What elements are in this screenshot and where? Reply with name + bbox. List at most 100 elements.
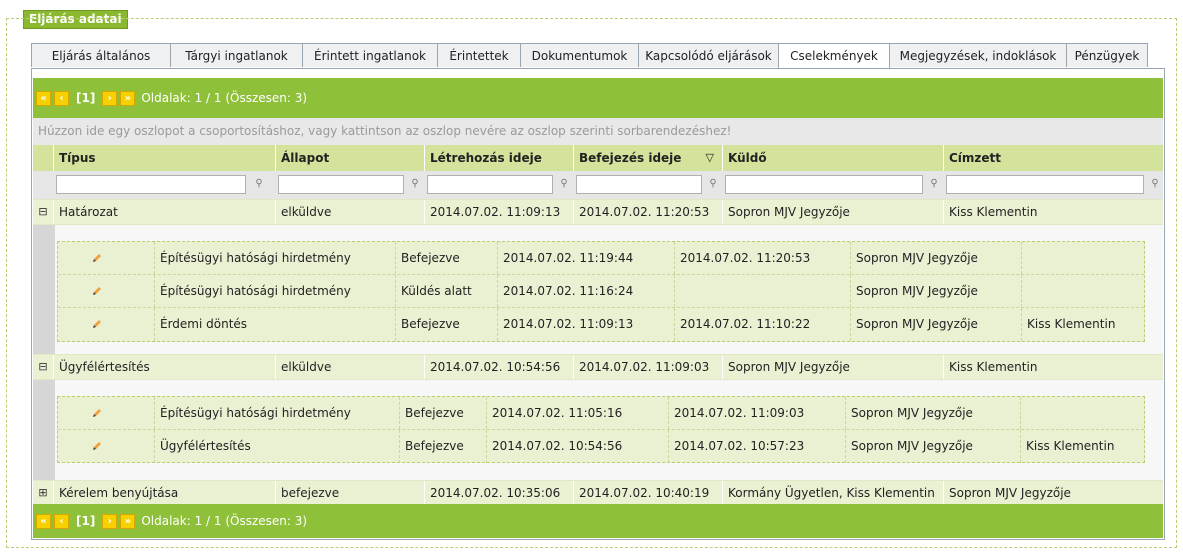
- nested-finished: 2014.07.02. 11:20:53: [674, 242, 850, 274]
- last-page-button[interactable]: »: [120, 90, 136, 106]
- nested-recipient: [1021, 275, 1144, 307]
- pager-info: Oldalak: 1 / 1 (Összesen: 3): [141, 91, 308, 105]
- filter-cell-type: ⚲: [53, 171, 275, 199]
- nested-row[interactable]: Építésügyi hatósági hirdetmény Befejezve…: [58, 242, 1144, 275]
- nested-title: Építésügyi hatósági hirdetmény: [154, 397, 399, 429]
- filter-spacer: [33, 171, 53, 199]
- filter-input-recipient[interactable]: [946, 175, 1144, 194]
- nested-recipient: Kiss Klementin: [1021, 308, 1144, 341]
- nested-status: Befejezve: [399, 397, 486, 429]
- filter-icon[interactable]: ⚲: [253, 178, 265, 190]
- tab-notes[interactable]: Megjegyzések, indoklások: [889, 43, 1067, 67]
- collapse-icon[interactable]: ⊟: [33, 200, 53, 224]
- column-header-type[interactable]: Típus: [53, 145, 275, 171]
- nested-row[interactable]: Építésügyi hatósági hirdetmény Befejezve…: [58, 397, 1144, 430]
- cell-finished: 2014.07.02. 10:40:19: [573, 481, 722, 505]
- tab-affected-parties[interactable]: Érintettek: [437, 43, 521, 67]
- cell-recipient: Sopron MJV Jegyzője: [943, 481, 1163, 505]
- first-page-button[interactable]: «: [36, 90, 51, 106]
- grid-header: Típus Állapot Létrehozás ideje Befejezés…: [33, 145, 1163, 171]
- first-page-button[interactable]: «: [36, 513, 51, 529]
- cell-sender: Kormány Ügyetlen, Kiss Klementin: [722, 481, 943, 505]
- tab-subject-properties[interactable]: Tárgyi ingatlanok: [170, 43, 303, 67]
- filter-icon[interactable]: ⚲: [928, 178, 940, 190]
- tab-bar: Eljárás általános adatai Tárgyi ingatlan…: [31, 43, 1148, 87]
- column-header-sender[interactable]: Küldő: [722, 145, 943, 171]
- prev-page-button[interactable]: ‹: [54, 513, 69, 529]
- cell-created: 2014.07.02. 11:09:13: [424, 200, 573, 224]
- filter-input-sender[interactable]: [725, 175, 923, 194]
- pager-top: « ‹ [1] › » Oldalak: 1 / 1 (Összesen: 3): [33, 78, 1163, 118]
- table-row[interactable]: ⊞ Kérelem benyújtása befejezve 2014.07.0…: [33, 480, 1163, 506]
- last-page-button[interactable]: »: [120, 513, 136, 529]
- expand-icon[interactable]: ⊞: [33, 481, 53, 505]
- nested-status: Befejezve: [395, 308, 497, 341]
- nested-created: 2014.07.02. 11:09:13: [497, 308, 674, 341]
- nested-row[interactable]: Építésügyi hatósági hirdetmény Küldés al…: [58, 275, 1144, 308]
- header-spacer: [33, 145, 53, 171]
- column-header-created[interactable]: Létrehozás ideje: [424, 145, 573, 171]
- cell-recipient: Kiss Klementin: [943, 200, 1163, 224]
- cell-created: 2014.07.02. 10:54:56: [424, 355, 573, 379]
- tab-finances[interactable]: Pénzügyek: [1066, 43, 1148, 67]
- table-row[interactable]: ⊟ Ügyfélértesítés elküldve 2014.07.02. 1…: [33, 354, 1163, 380]
- pencil-icon[interactable]: [91, 318, 103, 330]
- filter-input-finished[interactable]: [576, 175, 702, 194]
- filter-icon[interactable]: ⚲: [707, 178, 719, 190]
- current-page[interactable]: [1]: [76, 514, 95, 528]
- nested-sender: Sopron MJV Jegyzője: [845, 430, 1020, 463]
- nested-title: Érdemi döntés: [154, 308, 395, 341]
- nested-row[interactable]: Ügyfélértesítés Befejezve 2014.07.02. 10…: [58, 430, 1144, 463]
- next-page-button[interactable]: ›: [102, 513, 118, 529]
- nested-finished: 2014.07.02. 11:09:03: [668, 397, 845, 429]
- collapse-icon[interactable]: ⊟: [33, 355, 53, 379]
- filter-cell-created: ⚲: [424, 171, 573, 199]
- cell-status: befejezve: [275, 481, 424, 505]
- cell-sender: Sopron MJV Jegyzője: [722, 200, 943, 224]
- tab-affected-properties[interactable]: Érintett ingatlanok: [302, 43, 438, 67]
- table-row[interactable]: ⊟ Határozat elküldve 2014.07.02. 11:09:1…: [33, 199, 1163, 225]
- pencil-icon[interactable]: [91, 252, 103, 264]
- nested-sender: Sopron MJV Jegyzője: [850, 275, 1021, 307]
- cell-status: elküldve: [275, 355, 424, 379]
- column-header-finished[interactable]: Befejezés ideje ▽: [573, 145, 722, 171]
- nested-sender: Sopron MJV Jegyzője: [850, 242, 1021, 274]
- filter-row: ⚲ ⚲ ⚲ ⚲ ⚲ ⚲: [33, 171, 1163, 199]
- filter-icon[interactable]: ⚲: [409, 178, 421, 190]
- nested-row[interactable]: Érdemi döntés Befejezve 2014.07.02. 11:0…: [58, 308, 1144, 341]
- column-header-recipient[interactable]: Címzett: [943, 145, 1163, 171]
- tab-actions[interactable]: Cselekmények: [778, 43, 890, 69]
- nested-created: 2014.07.02. 11:19:44: [497, 242, 674, 274]
- filter-input-created[interactable]: [427, 175, 553, 194]
- filter-cell-sender: ⚲: [722, 171, 943, 199]
- tab-general[interactable]: Eljárás általános adatai: [31, 43, 171, 87]
- filter-icon[interactable]: ⚲: [1149, 178, 1161, 190]
- filter-input-status[interactable]: [278, 175, 404, 194]
- filter-icon[interactable]: ⚲: [558, 178, 570, 190]
- tab-related-procedures[interactable]: Kapcsolódó eljárások: [638, 43, 779, 67]
- nested-table: Építésügyi hatósági hirdetmény Befejezve…: [57, 396, 1145, 463]
- column-header-status[interactable]: Állapot: [275, 145, 424, 171]
- pencil-icon[interactable]: [91, 407, 103, 419]
- filter-cell-status: ⚲: [275, 171, 424, 199]
- next-page-button[interactable]: ›: [102, 90, 118, 106]
- group-drop-hint[interactable]: Húzzon ide egy oszlopot a csoportosításh…: [33, 118, 1163, 145]
- pager-info: Oldalak: 1 / 1 (Összesen: 3): [141, 514, 308, 528]
- nested-indent: [33, 225, 55, 354]
- prev-page-button[interactable]: ‹: [54, 90, 69, 106]
- cell-type: Kérelem benyújtása: [53, 481, 275, 505]
- tab-documents[interactable]: Dokumentumok: [520, 43, 639, 67]
- nested-title: Építésügyi hatósági hirdetmény: [154, 275, 395, 307]
- nested-sender: Sopron MJV Jegyzője: [845, 397, 1020, 429]
- edit-cell: [58, 242, 154, 274]
- nested-finished: 2014.07.02. 10:57:23: [668, 430, 845, 463]
- current-page[interactable]: [1]: [76, 91, 95, 105]
- pencil-icon[interactable]: [91, 440, 103, 452]
- edit-cell: [58, 397, 154, 429]
- nested-recipient: [1021, 242, 1144, 274]
- nested-table: Építésügyi hatósági hirdetmény Befejezve…: [57, 241, 1145, 342]
- pencil-icon[interactable]: [91, 285, 103, 297]
- nested-sender: Sopron MJV Jegyzője: [850, 308, 1021, 341]
- filter-cell-recipient: ⚲: [943, 171, 1163, 199]
- filter-input-type[interactable]: [56, 175, 246, 194]
